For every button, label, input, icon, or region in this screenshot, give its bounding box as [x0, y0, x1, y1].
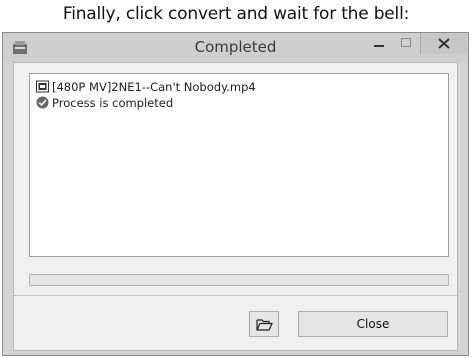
close-icon [438, 38, 450, 49]
log-list[interactable]: [480P MV]2NE1--Can't Nobody.mp4 Process … [29, 73, 449, 257]
check-circle-icon [36, 96, 49, 109]
file-name: [480P MV]2NE1--Can't Nobody.mp4 [52, 79, 256, 94]
minimize-icon [374, 45, 384, 47]
completed-dialog: Completed [480P MV]2NE1--Can't Nobody.mp… [2, 32, 469, 356]
open-folder-button[interactable] [249, 311, 279, 337]
folder-open-icon [256, 319, 273, 331]
title-bar[interactable]: Completed [3, 33, 468, 62]
video-file-icon [36, 80, 49, 93]
close-button[interactable]: Close [298, 311, 448, 337]
maximize-button[interactable] [393, 33, 419, 54]
instruction-caption: Finally, click convert and wait for the … [62, 4, 410, 24]
dialog-body: [480P MV]2NE1--Can't Nobody.mp4 Process … [13, 62, 458, 351]
minimize-button[interactable] [365, 33, 393, 54]
progress-bar [29, 274, 449, 286]
maximize-icon [401, 38, 411, 47]
list-item: Process is completed [36, 95, 173, 110]
status-text: Process is completed [52, 95, 174, 110]
window-close-button[interactable] [420, 33, 467, 54]
divider [14, 295, 457, 296]
list-item: [480P MV]2NE1--Can't Nobody.mp4 [36, 79, 256, 94]
